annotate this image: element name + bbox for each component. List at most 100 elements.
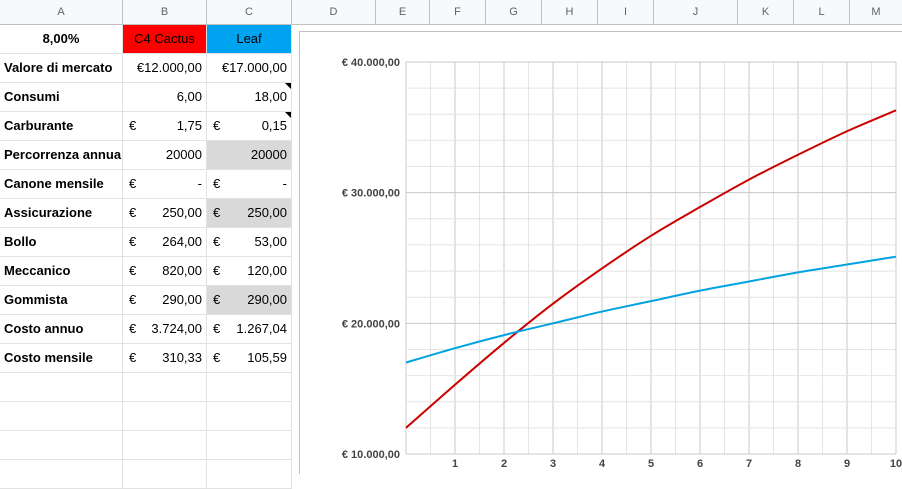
empty-cell[interactable] bbox=[207, 460, 292, 489]
x-tick-label: 9 bbox=[844, 458, 850, 470]
column-header-k[interactable]: K bbox=[738, 0, 794, 24]
column-header-i[interactable]: I bbox=[598, 0, 654, 24]
car1-value-cell[interactable]: €310,33 bbox=[123, 344, 207, 373]
column-header-e[interactable]: E bbox=[376, 0, 430, 24]
currency-symbol: € bbox=[213, 350, 221, 365]
row-label-cell[interactable]: Percorrenza annua bbox=[0, 141, 123, 170]
car1-value-cell[interactable]: €3.724,00 bbox=[123, 315, 207, 344]
column-header-l[interactable]: L bbox=[794, 0, 850, 24]
row-label-cell[interactable]: Assicurazione bbox=[0, 199, 123, 228]
row-label-cell[interactable]: Valore di mercato bbox=[0, 54, 123, 83]
currency-symbol: € bbox=[129, 350, 137, 365]
column-header-f[interactable]: F bbox=[430, 0, 486, 24]
row-label-cell[interactable]: Consumi bbox=[0, 83, 123, 112]
currency-symbol: € bbox=[129, 292, 137, 307]
car1-value-cell[interactable]: 20000 bbox=[123, 141, 207, 170]
empty-cell[interactable] bbox=[0, 402, 123, 431]
empty-cell[interactable] bbox=[0, 431, 123, 460]
car2-value-cell[interactable]: €17.000,00 bbox=[207, 54, 292, 83]
car2-value-cell[interactable]: 18,00 bbox=[207, 83, 292, 112]
car2-value-cell[interactable]: €250,00 bbox=[207, 199, 292, 228]
currency-symbol: € bbox=[213, 118, 221, 133]
cell-value: 105,59 bbox=[247, 350, 287, 365]
row-label-cell[interactable]: Costo annuo bbox=[0, 315, 123, 344]
cell-value: - bbox=[197, 176, 202, 191]
cell-value: 250,00 bbox=[162, 205, 202, 220]
car1-value-cell[interactable]: €290,00 bbox=[123, 286, 207, 315]
empty-cell[interactable] bbox=[0, 460, 123, 489]
currency-symbol: € bbox=[129, 263, 137, 278]
car2-value-cell[interactable]: €290,00 bbox=[207, 286, 292, 315]
cell-value: 3.724,00 bbox=[151, 321, 202, 336]
rate-cell[interactable]: 8,00% bbox=[0, 25, 123, 54]
cell-value: 20000 bbox=[165, 147, 202, 162]
empty-cell[interactable] bbox=[123, 431, 207, 460]
column-header-c[interactable]: C bbox=[207, 0, 292, 24]
x-tick-label: 2 bbox=[501, 458, 507, 470]
car1-header-cell[interactable]: C4 Cactus bbox=[123, 25, 207, 54]
currency-symbol: € bbox=[213, 205, 221, 220]
car1-value-cell[interactable]: €250,00 bbox=[123, 199, 207, 228]
x-tick-label: 1 bbox=[452, 458, 458, 470]
cell-value: 1,75 bbox=[176, 118, 202, 133]
x-tick-label: 10 bbox=[890, 458, 902, 470]
cell-value: €12.000,00 bbox=[136, 60, 202, 75]
empty-cell[interactable] bbox=[207, 431, 292, 460]
cell-value: 6,00 bbox=[176, 89, 202, 104]
currency-symbol: € bbox=[213, 234, 221, 249]
car1-value-cell[interactable]: €1,75 bbox=[123, 112, 207, 141]
car2-value-cell[interactable]: 20000 bbox=[207, 141, 292, 170]
x-tick-label: 7 bbox=[746, 458, 752, 470]
column-header-h[interactable]: H bbox=[542, 0, 598, 24]
car2-value-cell[interactable]: € - bbox=[207, 170, 292, 199]
car1-value-cell[interactable]: €12.000,00 bbox=[123, 54, 207, 83]
empty-cell[interactable] bbox=[123, 402, 207, 431]
cost-line-chart[interactable]: € 10.000,00 € 20.000,00 € 30.000,00 € 40.00… bbox=[299, 31, 902, 474]
cell-value: 0,15 bbox=[261, 118, 287, 133]
row-label-cell[interactable]: Carburante bbox=[0, 112, 123, 141]
empty-cell[interactable] bbox=[123, 460, 207, 489]
car1-value-cell[interactable]: 6,00 bbox=[123, 83, 207, 112]
x-tick-label: 5 bbox=[648, 458, 654, 470]
x-tick-label: 8 bbox=[795, 458, 801, 470]
column-header-a[interactable]: A bbox=[0, 0, 123, 24]
row-label-cell[interactable]: Meccanico bbox=[0, 257, 123, 286]
chart-canvas: € 10.000,00 € 20.000,00 € 30.000,00 € 40.00… bbox=[342, 57, 902, 470]
column-header-g[interactable]: G bbox=[486, 0, 542, 24]
cell-value: - bbox=[282, 176, 287, 191]
currency-symbol: € bbox=[213, 321, 221, 336]
cell-value: €17.000,00 bbox=[221, 60, 287, 75]
currency-symbol: € bbox=[129, 176, 137, 191]
row-label-cell[interactable]: Costo mensile bbox=[0, 344, 123, 373]
car1-value-cell[interactable]: €264,00 bbox=[123, 228, 207, 257]
currency-symbol: € bbox=[129, 205, 137, 220]
cell-value: 820,00 bbox=[162, 263, 202, 278]
cell-value: 290,00 bbox=[162, 292, 202, 307]
row-label-cell[interactable]: Canone mensile bbox=[0, 170, 123, 199]
car1-value-cell[interactable]: € - bbox=[123, 170, 207, 199]
cell-value: 120,00 bbox=[247, 263, 287, 278]
row-label-cell[interactable]: Bollo bbox=[0, 228, 123, 257]
y-tick-label: € 40.000,00 bbox=[342, 57, 400, 69]
cell-value: 310,33 bbox=[162, 350, 202, 365]
column-header-b[interactable]: B bbox=[123, 0, 207, 24]
car1-value-cell[interactable]: €820,00 bbox=[123, 257, 207, 286]
currency-symbol: € bbox=[129, 118, 137, 133]
column-header-j[interactable]: J bbox=[654, 0, 738, 24]
y-tick-label: € 10.000,00 bbox=[342, 449, 400, 461]
row-label-cell[interactable]: Gommista bbox=[0, 286, 123, 315]
column-header-m[interactable]: M bbox=[850, 0, 902, 24]
car2-value-cell[interactable]: €53,00 bbox=[207, 228, 292, 257]
car2-value-cell[interactable]: €120,00 bbox=[207, 257, 292, 286]
empty-cell[interactable] bbox=[123, 373, 207, 402]
empty-cell[interactable] bbox=[0, 373, 123, 402]
empty-cell[interactable] bbox=[207, 402, 292, 431]
car2-value-cell[interactable]: €0,15 bbox=[207, 112, 292, 141]
column-header-d[interactable]: D bbox=[292, 0, 376, 24]
car2-header-cell[interactable]: Leaf bbox=[207, 25, 292, 54]
currency-symbol: € bbox=[129, 321, 137, 336]
currency-symbol: € bbox=[213, 263, 221, 278]
empty-cell[interactable] bbox=[207, 373, 292, 402]
car2-value-cell[interactable]: €105,59 bbox=[207, 344, 292, 373]
car2-value-cell[interactable]: €1.267,04 bbox=[207, 315, 292, 344]
